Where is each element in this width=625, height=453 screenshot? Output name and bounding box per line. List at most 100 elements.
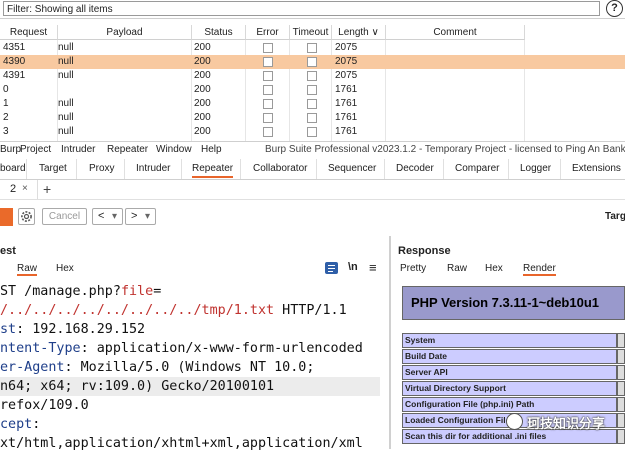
timeout-checkbox[interactable] [307,127,317,137]
cell-length: 2075 [335,70,358,81]
watermark: 珂技知识分享 [502,411,625,433]
tab-proxy[interactable]: Proxy [89,163,115,174]
php-info-row: Virtual Directory Support [402,381,617,396]
pretty-print-icon[interactable] [325,262,338,274]
tab-comparer[interactable]: Comparer [455,163,499,174]
repeater-tab-2[interactable]: 2 × [0,180,38,199]
php-version-title: PHP Version 7.3.11-1~deb10u1 [411,295,600,310]
filter-input[interactable]: Filter: Showing all items [3,1,600,16]
table-row[interactable]: 1 null 200 1761 [0,97,625,111]
tool-tabs: board Target Proxy Intruder Repeater Col… [0,159,625,180]
repeater-tab-label: 2 [10,183,17,195]
close-icon[interactable]: × [22,183,28,194]
error-checkbox[interactable] [263,85,273,95]
request-title: est [0,245,16,257]
tab-collaborator[interactable]: Collaborator [253,163,307,174]
timeout-checkbox[interactable] [307,71,317,81]
response-tab-pretty[interactable]: Pretty [400,263,426,274]
response-tab-raw[interactable]: Raw [447,263,467,274]
column-header-comment[interactable]: Comment [386,25,525,40]
error-checkbox[interactable] [263,113,273,123]
tab-sequencer[interactable]: Sequencer [328,163,376,174]
filter-bar: Filter: Showing all items ? [0,0,625,19]
error-checkbox[interactable] [263,99,273,109]
column-header-error[interactable]: Error [246,25,290,40]
tab-extensions[interactable]: Extensions [572,163,621,174]
add-tab-button[interactable]: + [43,181,51,197]
tab-dashboard[interactable]: board [0,163,26,174]
target-label: Targ [605,211,625,222]
column-header-request[interactable]: Request [0,25,58,40]
menu-repeater[interactable]: Repeater [107,144,148,155]
menu-intruder[interactable]: Intruder [61,144,95,155]
watermark-text: 珂技知识分享 [527,416,606,431]
menu-project[interactable]: Project [20,144,51,155]
header-line: refox/109.0 [0,398,89,413]
menu-burp[interactable]: Burp [0,144,21,155]
column-header-payload[interactable]: Payload [58,25,192,40]
header-line: n64; x64; rv:109.0) Gecko/20100101 [0,377,380,396]
table-row[interactable]: 4351 null 200 2075 [0,41,625,55]
column-header-timeout[interactable]: Timeout [290,25,332,40]
error-checkbox[interactable] [263,57,273,67]
results-table: Request Payload Status Error Timeout Len… [0,25,625,141]
request-tab-raw[interactable]: Raw [17,263,38,276]
tab-intruder[interactable]: Intruder [136,163,170,174]
table-row[interactable]: 2 null 200 1761 [0,111,625,125]
php-info-row: Build Date [402,349,617,364]
cell-request: 4390 [3,56,26,67]
tab-logger[interactable]: Logger [520,163,551,174]
menu-icon[interactable]: ≡ [369,260,377,275]
timeout-checkbox[interactable] [307,57,317,67]
menu-window[interactable]: Window [156,144,192,155]
cell-length: 1761 [335,112,358,123]
header-line: st: 192.168.29.152 [0,322,146,337]
request-pane: est Raw Hex \n ≡ ST /manage.php?file= /.… [0,236,391,451]
tab-repeater[interactable]: Repeater [192,163,234,178]
cell-length: 1761 [335,84,358,95]
response-tab-render[interactable]: Render [523,263,556,276]
timeout-checkbox[interactable] [307,99,317,109]
help-icon[interactable]: ? [606,0,623,17]
error-checkbox[interactable] [263,43,273,53]
cell-request: 2 [3,112,9,123]
timeout-checkbox[interactable] [307,43,317,53]
column-header-length[interactable]: Length ∨ [332,25,386,40]
tab-target[interactable]: Target [39,163,67,174]
table-row[interactable]: 3 null 200 1761 [0,125,625,139]
request-tab-hex[interactable]: Hex [56,263,74,274]
table-row[interactable]: 4390 null 200 2075 [0,55,625,69]
php-banner: PHP Version 7.3.11-1~deb10u1 [402,286,625,320]
newline-toggle-icon[interactable]: \n [348,261,358,273]
timeout-checkbox[interactable] [307,113,317,123]
table-row[interactable]: 4391 null 200 2075 [0,69,625,83]
table-row[interactable]: 0 200 1761 [0,83,625,97]
cell-payload: null [58,98,74,109]
back-button[interactable]: < ▾ [92,208,123,225]
php-info-row: Configuration File (php.ini) Path [402,397,617,412]
chevron-down-icon[interactable]: ▾ [112,209,117,224]
tab-decoder[interactable]: Decoder [396,163,434,174]
cell-request: 4391 [3,70,26,81]
forward-button[interactable]: > ▾ [125,208,156,225]
chevron-down-icon[interactable]: ▾ [145,209,150,224]
response-title: Response [398,245,451,257]
chevron-right-icon: > [131,210,138,222]
chevron-left-icon: < [98,210,105,222]
timeout-checkbox[interactable] [307,85,317,95]
error-checkbox[interactable] [263,127,273,137]
action-bar: Cancel < ▾ > ▾ [0,203,625,230]
send-button[interactable] [0,208,13,226]
gear-icon[interactable] [18,208,35,225]
cell-request: 3 [3,126,9,137]
cell-status: 200 [194,42,211,53]
response-tab-hex[interactable]: Hex [485,263,503,274]
cancel-button[interactable]: Cancel [42,208,87,225]
cell-payload: null [58,126,74,137]
column-header-status[interactable]: Status [192,25,246,40]
header-line: cept: [0,417,41,432]
error-checkbox[interactable] [263,71,273,81]
wechat-logo-icon [506,413,523,430]
menu-help[interactable]: Help [201,144,222,155]
request-line: ST /manage.php?file= [0,284,162,299]
